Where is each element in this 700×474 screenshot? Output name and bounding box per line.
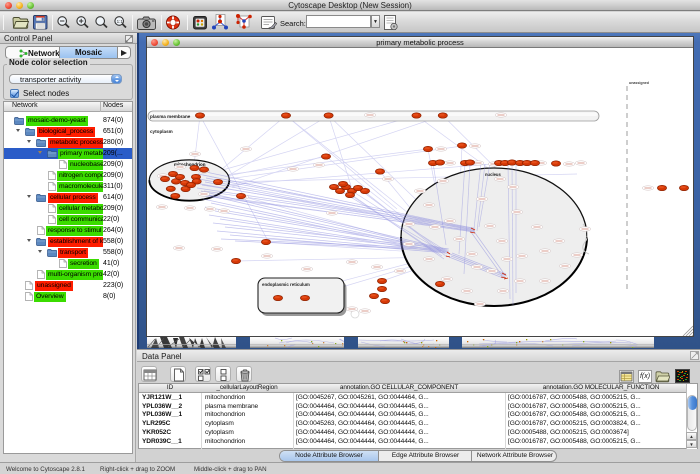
svg-text:unassigned: unassigned: [629, 81, 649, 85]
svg-text:endoplasmic reticulum: endoplasmic reticulum: [262, 282, 310, 287]
svg-text:1:1: 1:1: [117, 19, 124, 24]
svg-text:cytoplasm: cytoplasm: [150, 129, 173, 134]
svg-text:plasma membrane: plasma membrane: [150, 114, 191, 119]
